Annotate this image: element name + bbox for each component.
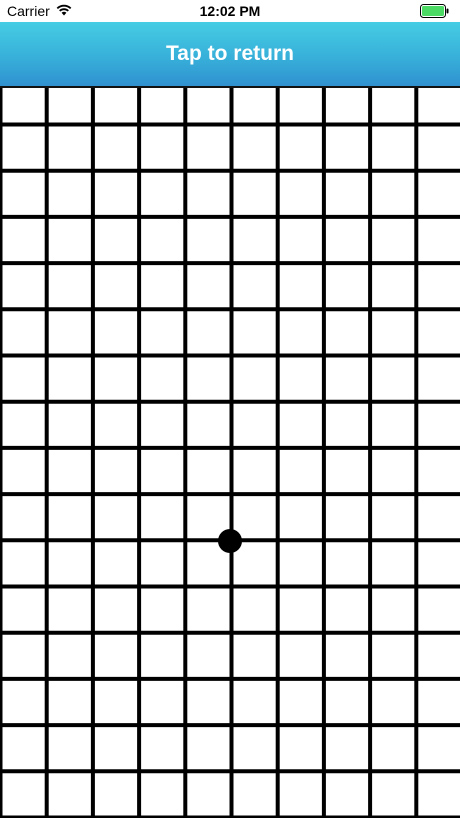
dot-icon[interactable] [218, 529, 242, 553]
grid-canvas[interactable] [0, 88, 460, 818]
tap-to-return-button[interactable]: Tap to return [0, 22, 460, 88]
battery-icon [420, 4, 450, 18]
grid [0, 88, 460, 818]
status-bar: Carrier 12:02 PM [0, 0, 460, 22]
status-time: 12:02 PM [199, 3, 261, 19]
header-title: Tap to return [166, 42, 294, 65]
